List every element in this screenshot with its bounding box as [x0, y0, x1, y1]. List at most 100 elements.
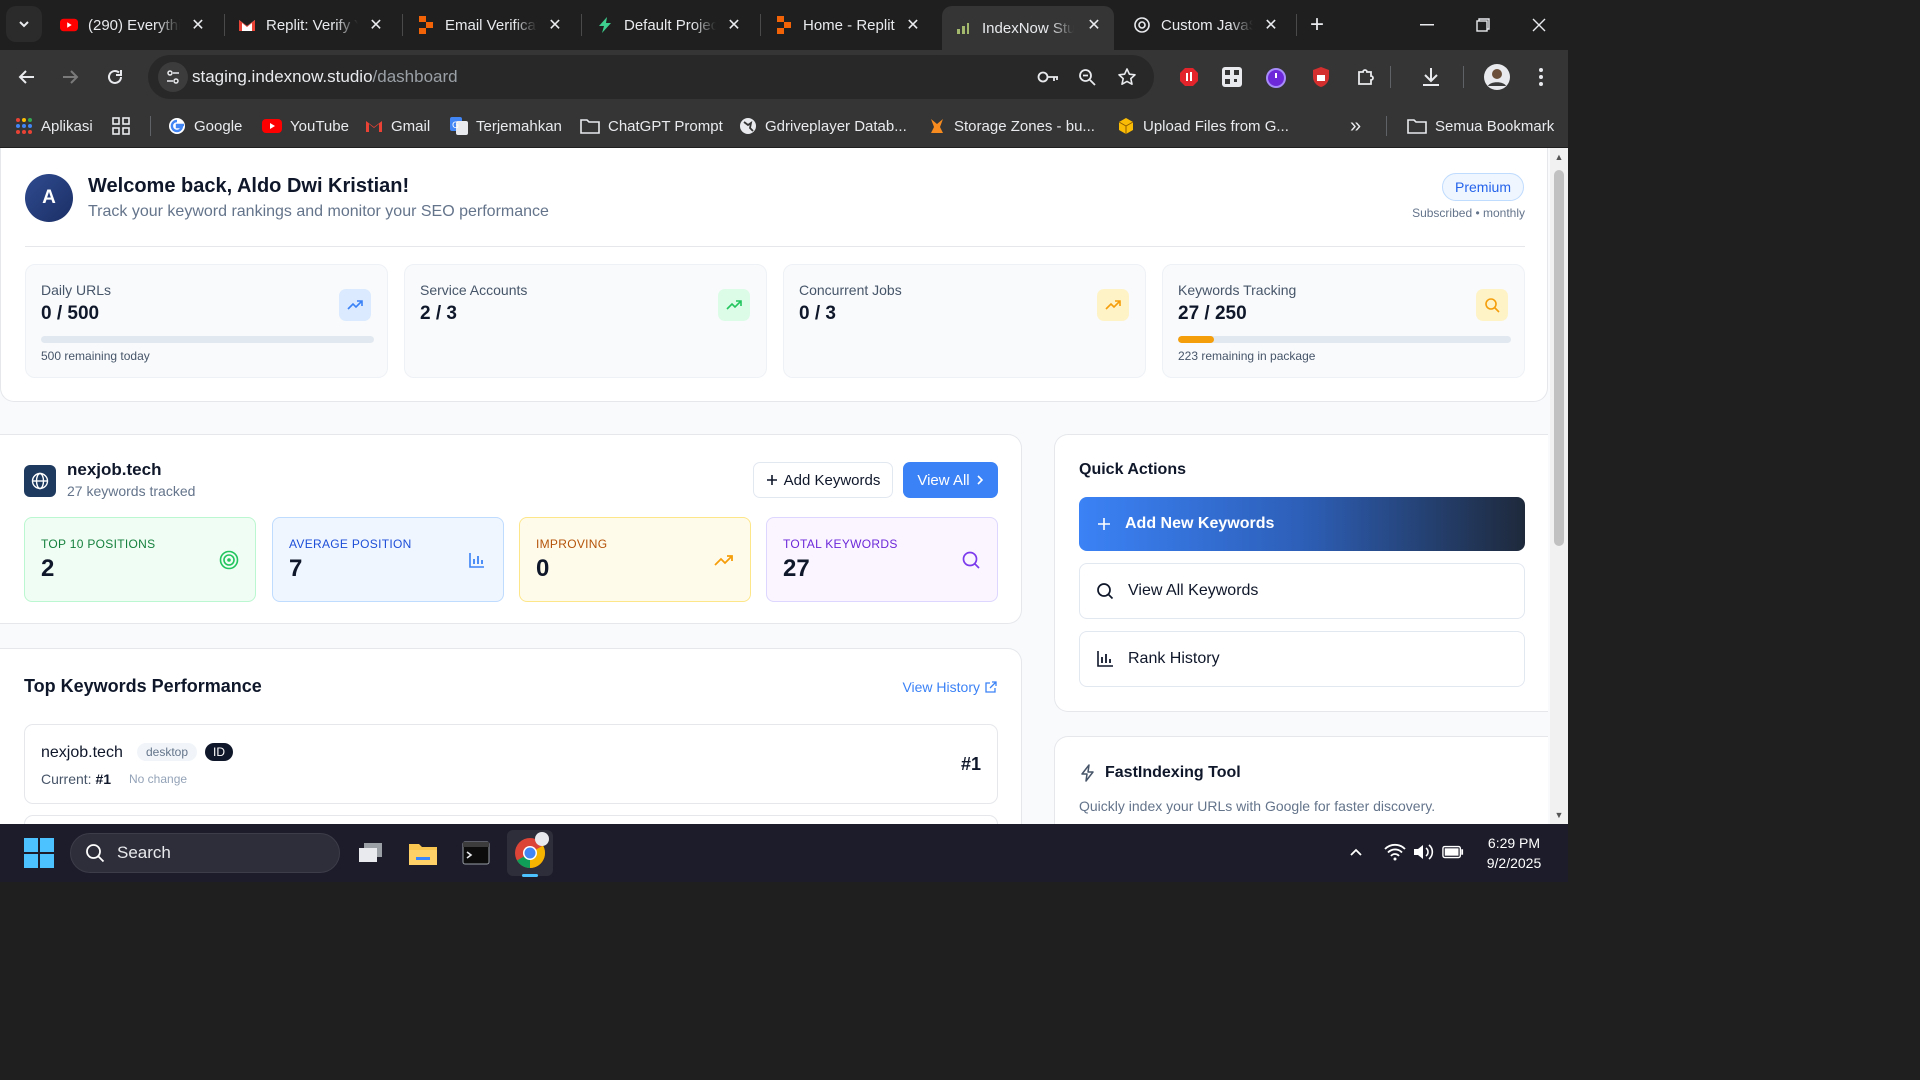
timer-extension-icon[interactable] [1263, 64, 1289, 90]
tab-title: Email Verification [445, 16, 537, 34]
tab-custom-javascript[interactable]: Custom JavaScript ✕ [1121, 6, 1291, 44]
scroll-thumb[interactable] [1554, 170, 1564, 546]
close-icon[interactable]: ✕ [545, 15, 565, 35]
terminal-icon[interactable] [453, 830, 499, 876]
bookmark-youtube[interactable]: YouTube [262, 113, 349, 139]
metric-label: TOP 10 POSITIONS [41, 537, 156, 551]
bar-chart-icon [1097, 651, 1113, 667]
metric-label: AVERAGE POSITION [289, 537, 412, 551]
metric-value: 2 [41, 555, 55, 582]
scroll-up-icon[interactable]: ▲ [1554, 152, 1564, 162]
page-scrollbar[interactable]: ▲ ▼ [1550, 148, 1568, 824]
add-keywords-button[interactable]: Add Keywords [753, 462, 893, 498]
bookmark-gdriveplayer[interactable]: Gdriveplayer Datab... [739, 113, 907, 139]
bunny-icon [931, 119, 943, 133]
taskbar-search[interactable]: Search [70, 833, 340, 873]
folder-icon [580, 119, 600, 134]
close-icon[interactable]: ✕ [1261, 15, 1281, 35]
tab-title: Home - Replit [803, 16, 895, 34]
section-title: Quick Actions [1079, 461, 1186, 478]
minimize-button[interactable] [1412, 10, 1442, 40]
rank-history-button[interactable]: Rank History [1079, 631, 1525, 687]
site-info-button[interactable] [158, 62, 188, 92]
trending-up-icon [718, 289, 750, 321]
keyword-row[interactable]: nexjob.tech desktop ID Current: #1 No ch… [24, 724, 998, 804]
bookmark-upload-files[interactable]: Upload Files from G... [1117, 113, 1289, 139]
chevron-up-icon[interactable] [1345, 841, 1367, 863]
zoom-icon[interactable] [1075, 65, 1099, 89]
bookmark-storage-zones[interactable]: Storage Zones - bu... [928, 113, 1095, 139]
view-all-keywords-button[interactable]: View All Keywords [1079, 563, 1525, 619]
bookmark-tab-groups[interactable] [112, 113, 130, 139]
domain-card: nexjob.tech 27 keywords tracked Add Keyw… [0, 434, 1022, 624]
bookmarks-overflow-button[interactable]: » [1350, 113, 1361, 139]
new-tab-button[interactable]: + [1304, 12, 1330, 38]
metric-average-position: AVERAGE POSITION 7 [272, 517, 504, 602]
cube-icon [1118, 118, 1134, 134]
bookmark-all-bookmarks[interactable]: Semua Bookmark [1407, 113, 1554, 139]
plan-badge: Premium [1442, 173, 1525, 201]
profile-avatar[interactable] [1484, 64, 1510, 90]
view-all-button[interactable]: View All [903, 462, 998, 498]
current-value: #1 [95, 771, 112, 787]
button-label: View All [917, 471, 970, 489]
forward-button[interactable] [54, 61, 86, 93]
bookmark-star-icon[interactable] [1115, 65, 1139, 89]
address-bar[interactable]: staging.indexnow.studio/dashboard [148, 55, 1154, 99]
openai-icon [1133, 16, 1151, 34]
stat-value: 2 / 3 [420, 303, 457, 324]
stat-label: Keywords Tracking [1178, 282, 1297, 298]
url-path: /dashboard [372, 67, 458, 86]
close-icon[interactable]: ✕ [188, 15, 208, 35]
close-icon[interactable]: ✕ [903, 15, 923, 35]
bookmark-translate[interactable]: G Terjemahkan [450, 113, 562, 139]
back-button[interactable] [11, 61, 43, 93]
shield-extension-icon[interactable] [1308, 64, 1334, 90]
bookmark-google[interactable]: Google [168, 113, 242, 139]
more-menu-icon[interactable] [1528, 64, 1554, 90]
tab-indexnow-studio[interactable]: IndexNow Studio ✕ [942, 6, 1114, 50]
keyword-row[interactable] [24, 815, 998, 824]
reload-icon [108, 69, 122, 84]
youtube-icon [262, 119, 282, 133]
file-explorer-icon[interactable] [400, 830, 446, 876]
download-icon[interactable] [1418, 64, 1444, 90]
password-key-icon[interactable] [1036, 65, 1060, 89]
bookmark-gmail[interactable]: Gmail [365, 113, 430, 139]
windows-start-icon[interactable] [24, 838, 54, 868]
close-icon[interactable]: ✕ [1084, 15, 1104, 35]
fast-indexing-card: FastIndexing Tool Quickly index your URL… [1054, 736, 1548, 824]
tab-email-verification[interactable]: Email Verification ✕ [405, 6, 575, 44]
bookmark-chatgpt-prompt[interactable]: ChatGPT Prompt [580, 113, 723, 139]
qr-extension-icon[interactable] [1219, 64, 1245, 90]
taskbar-clock[interactable]: 6:29 PM 9/2/2025 [1474, 833, 1554, 873]
windows-taskbar: Search 6:29 PM 9/2/2025 [0, 824, 1568, 882]
extensions-puzzle-icon[interactable] [1353, 64, 1379, 90]
reload-button[interactable] [99, 61, 131, 93]
chrome-icon[interactable] [507, 830, 553, 877]
add-new-keywords-button[interactable]: Add New Keywords [1079, 497, 1525, 551]
volume-icon[interactable] [1412, 841, 1434, 863]
view-history-link[interactable]: View History [902, 679, 997, 695]
browser-toolbar: staging.indexnow.studio/dashboard [0, 50, 1568, 104]
wifi-icon[interactable] [1384, 841, 1406, 863]
tab-separator [1296, 14, 1297, 36]
bookmark-label: Upload Files from G... [1143, 117, 1289, 135]
progress-bar [1178, 336, 1511, 343]
tab-youtube[interactable]: (290) Everything ✕ [48, 6, 218, 44]
tab-gmail[interactable]: Replit: Verify Your ✕ [226, 6, 396, 44]
tab-search-button[interactable] [6, 6, 42, 42]
task-view-icon[interactable] [347, 830, 393, 876]
close-icon[interactable]: ✕ [724, 15, 744, 35]
tab-home-replit[interactable]: Home - Replit ✕ [763, 6, 933, 44]
scroll-down-icon[interactable]: ▼ [1554, 810, 1564, 820]
close-icon[interactable]: ✕ [366, 15, 386, 35]
bookmark-apps[interactable]: Aplikasi [15, 113, 93, 139]
metric-value: 7 [289, 555, 303, 582]
trending-up-icon [714, 550, 734, 570]
restore-button[interactable] [1468, 10, 1498, 40]
battery-icon[interactable] [1442, 841, 1464, 863]
tab-default-project[interactable]: Default Project ✕ [584, 6, 754, 44]
close-window-button[interactable] [1524, 10, 1554, 40]
adblock-extension-icon[interactable] [1176, 64, 1202, 90]
